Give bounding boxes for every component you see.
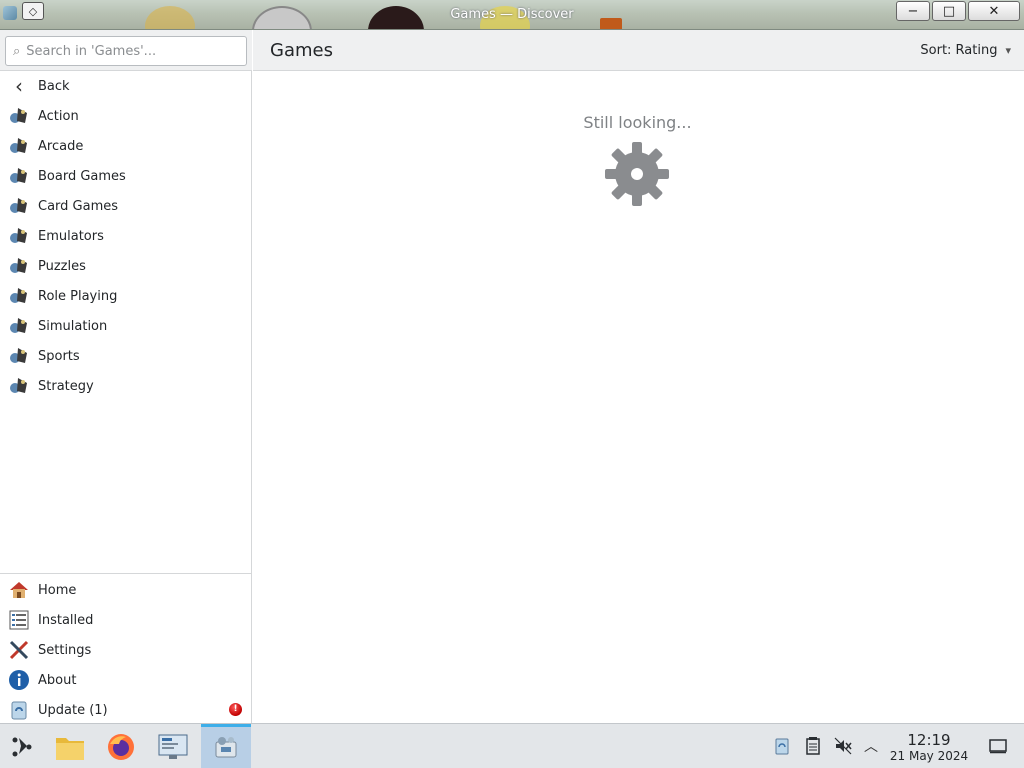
notes-tray-button[interactable] xyxy=(803,736,823,756)
discover-task-button[interactable] xyxy=(201,724,251,768)
loading-gear-icon xyxy=(604,141,670,207)
chevron-down-icon: ▾ xyxy=(1005,44,1011,57)
sidebar-item-label: Arcade xyxy=(38,138,84,154)
back-arrow-icon: ‹ xyxy=(15,74,23,98)
info-icon xyxy=(8,669,30,691)
loading-message: Still looking... xyxy=(583,113,692,132)
games-category-icon xyxy=(8,105,30,127)
window-titlebar[interactable]: ◇ Games — Discover − □ ✕ xyxy=(0,0,1024,30)
maximize-icon: □ xyxy=(942,3,956,19)
tray-expand-icon: ︿ xyxy=(864,739,878,755)
firefox-icon xyxy=(108,734,134,760)
main-header: Games Sort: Rating ▾ xyxy=(253,30,1024,71)
system-monitor-icon xyxy=(158,734,188,759)
sidebar-item-role-playing[interactable]: Role Playing xyxy=(0,281,251,311)
sidebar-item-puzzles[interactable]: Puzzles xyxy=(0,251,251,281)
sidebar-item-label: Update (1) xyxy=(38,702,108,718)
games-category-icon xyxy=(8,255,30,277)
search-bar: ⌕ xyxy=(0,30,252,71)
sidebar-item-update[interactable]: Update (1) ! xyxy=(0,695,251,725)
sidebar-item-label: Home xyxy=(38,582,77,598)
minimize-button[interactable]: − xyxy=(896,1,930,21)
sidebar-item-label: Strategy xyxy=(38,378,94,394)
close-icon: ✕ xyxy=(988,3,1000,19)
file-manager-button[interactable] xyxy=(52,729,88,765)
tray-expand-button[interactable]: ︿ xyxy=(861,736,881,756)
sidebar-item-installed[interactable]: Installed xyxy=(0,605,251,635)
search-icon: ⌕ xyxy=(13,43,21,59)
clock-date: 21 May 2024 xyxy=(889,749,969,763)
app-launcher-icon xyxy=(12,737,32,757)
sidebar-item-label: About xyxy=(38,672,77,688)
close-button[interactable]: ✕ xyxy=(968,1,1020,21)
search-field[interactable]: ⌕ xyxy=(5,36,247,66)
sidebar-item-settings[interactable]: Settings xyxy=(0,635,251,665)
sidebar-item-strategy[interactable]: Strategy xyxy=(0,371,251,401)
sidebar-item-action[interactable]: Action xyxy=(0,101,251,131)
games-category-icon xyxy=(8,345,30,367)
sidebar-item-label: Back xyxy=(38,78,70,94)
installed-list-icon xyxy=(8,609,30,631)
show-desktop-icon xyxy=(989,739,1007,754)
sidebar-item-back[interactable]: ‹ Back xyxy=(0,71,251,101)
maximize-button[interactable]: □ xyxy=(932,1,966,21)
clock-time: 12:19 xyxy=(907,731,951,749)
app-launcher-button[interactable] xyxy=(4,729,40,765)
sidebar-item-sports[interactable]: Sports xyxy=(0,341,251,371)
minimize-icon: − xyxy=(907,3,919,19)
bottom-navigation: Home Installed Settings About Update (1)… xyxy=(0,573,251,725)
clipboard-icon xyxy=(775,738,789,755)
system-monitor-button[interactable] xyxy=(155,729,191,765)
sidebar-item-label: Action xyxy=(38,108,79,124)
sort-label: Sort: Rating xyxy=(920,43,998,58)
sidebar-item-label: Role Playing xyxy=(38,288,118,304)
sidebar-item-board-games[interactable]: Board Games xyxy=(0,161,251,191)
games-category-icon xyxy=(8,135,30,157)
games-category-icon xyxy=(8,195,30,217)
file-manager-icon xyxy=(56,738,84,760)
sidebar-item-label: Emulators xyxy=(38,228,104,244)
main-content: Still looking... xyxy=(253,71,1024,723)
sidebar-item-label: Installed xyxy=(38,612,94,628)
sidebar-item-label: Puzzles xyxy=(38,258,86,274)
sidebar-item-label: Card Games xyxy=(38,198,119,214)
settings-tools-icon xyxy=(8,639,30,661)
category-list: ‹ Back Action Arcade Board Games Card Ga… xyxy=(0,71,251,401)
sort-dropdown[interactable]: Sort: Rating ▾ xyxy=(920,43,1011,58)
firefox-button[interactable] xyxy=(103,729,139,765)
games-category-icon xyxy=(8,225,30,247)
games-category-icon xyxy=(8,165,30,187)
page-title: Games xyxy=(270,40,333,61)
discover-icon xyxy=(212,733,240,761)
taskbar: ︿ 12:19 21 May 2024 xyxy=(0,723,1024,768)
notes-icon xyxy=(806,737,820,755)
clock[interactable]: 12:19 21 May 2024 xyxy=(880,731,978,764)
games-category-icon xyxy=(8,375,30,397)
sidebar-item-label: Settings xyxy=(38,642,92,658)
sidebar: ⌕ ‹ Back Action Arcade Board Games Card … xyxy=(0,30,252,723)
clipboard-tray-button[interactable] xyxy=(772,736,792,756)
games-category-icon xyxy=(8,285,30,307)
sidebar-item-label: Board Games xyxy=(38,168,126,184)
volume-muted-icon xyxy=(834,737,852,755)
update-icon xyxy=(8,699,30,721)
update-badge: ! xyxy=(229,703,242,716)
sidebar-item-emulators[interactable]: Emulators xyxy=(0,221,251,251)
sidebar-item-home[interactable]: Home xyxy=(0,575,251,605)
sidebar-item-arcade[interactable]: Arcade xyxy=(0,131,251,161)
sidebar-item-simulation[interactable]: Simulation xyxy=(0,311,251,341)
home-icon xyxy=(8,579,30,601)
window-title: Games — Discover xyxy=(450,7,574,22)
games-category-icon xyxy=(8,315,30,337)
sidebar-item-label: Simulation xyxy=(38,318,108,334)
volume-tray-button[interactable] xyxy=(833,736,853,756)
show-desktop-button[interactable] xyxy=(988,736,1008,756)
sidebar-item-about[interactable]: About xyxy=(0,665,251,695)
sidebar-item-card-games[interactable]: Card Games xyxy=(0,191,251,221)
sidebar-item-label: Sports xyxy=(38,348,80,364)
search-input[interactable] xyxy=(26,43,227,59)
